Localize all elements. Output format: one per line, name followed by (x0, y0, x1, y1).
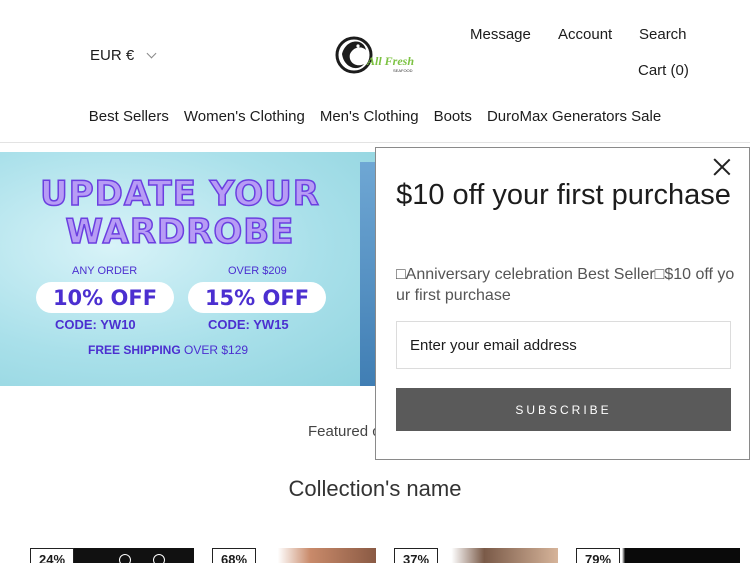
offer1-label: ANY ORDER (72, 265, 138, 277)
product-card[interactable]: 37% (394, 548, 558, 563)
main-navigation: Best Sellers Women's Clothing Men's Clot… (0, 108, 750, 125)
nav-item-best-sellers[interactable]: Best Sellers (89, 108, 169, 125)
product-card[interactable]: 79% (576, 548, 740, 563)
logo-subtext: SEAFOOD (393, 68, 413, 73)
free-shipping-note: FREE SHIPPING OVER $129 (88, 343, 248, 357)
logo-text: All Fresh (366, 54, 414, 68)
popup-title: $10 off your first purchase (396, 179, 731, 211)
banner-title-line1: UPDATE YOUR (39, 173, 320, 215)
chevron-down-icon (146, 48, 157, 59)
account-link[interactable]: Account (558, 26, 612, 43)
offer2-discount: 15% OFF (188, 282, 326, 313)
offer2-label: OVER $209 (228, 265, 287, 277)
nav-item-mens-clothing[interactable]: Men's Clothing (320, 108, 419, 125)
discount-badge: 68% (212, 548, 257, 563)
nav-item-womens-clothing[interactable]: Women's Clothing (184, 108, 305, 125)
wishlist-icon[interactable] (153, 554, 165, 563)
cart-link[interactable]: Cart (0) (638, 62, 689, 79)
store-logo[interactable]: All Fresh SEAFOOD (334, 32, 418, 80)
header-divider (0, 142, 750, 143)
subscribe-button[interactable]: SUBSCRIBE (396, 388, 731, 431)
offer2-code: CODE: YW15 (208, 317, 289, 332)
discount-badge: 37% (394, 548, 439, 563)
popup-description: □Anniversary celebration Best Seller□$10… (396, 266, 735, 304)
newsletter-popup: $10 off your first purchase □Anniversary… (375, 147, 750, 460)
close-icon[interactable] (713, 158, 731, 176)
nav-item-generators-sale[interactable]: DuroMax Generators Sale (487, 108, 661, 125)
message-link[interactable]: Message (470, 26, 531, 43)
discount-badge: 24% (30, 548, 75, 563)
banner-side-image (360, 162, 375, 386)
nav-item-boots[interactable]: Boots (434, 108, 472, 125)
featured-collection-label: Featured c (308, 423, 380, 440)
currency-selector[interactable]: EUR € (90, 47, 157, 64)
offer1-discount: 10% OFF (36, 282, 174, 313)
product-card[interactable]: 24% (30, 548, 194, 563)
free-shipping-bold: FREE SHIPPING (88, 343, 181, 357)
search-link[interactable]: Search (639, 26, 687, 43)
fish-icon (335, 36, 373, 74)
email-field[interactable] (396, 321, 731, 369)
promo-banner[interactable]: UPDATE YOUR WARDROBE ANY ORDER OVER $209… (0, 152, 375, 386)
banner-title-line2: WARDROBE (65, 211, 295, 253)
currency-label: EUR € (90, 47, 135, 64)
quick-view-icon[interactable] (119, 554, 131, 563)
offer1-code: CODE: YW10 (55, 317, 136, 332)
collection-title: Collection's name (288, 476, 462, 501)
product-card[interactable]: 68% (212, 548, 376, 563)
free-shipping-threshold: OVER $129 (180, 343, 249, 357)
discount-badge: 79% (576, 548, 621, 563)
